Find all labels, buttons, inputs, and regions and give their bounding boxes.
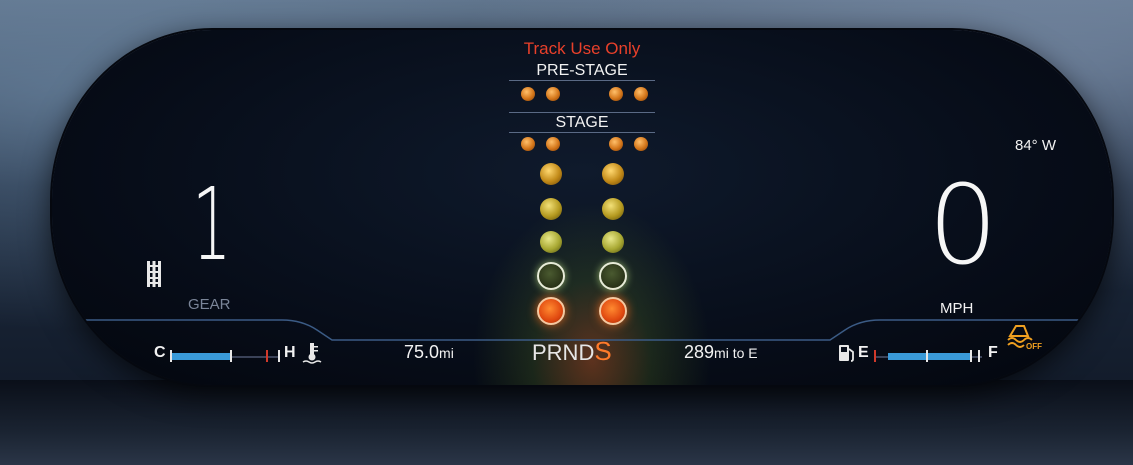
coolant-cold-label: C [154,344,166,361]
prestage-light [634,87,648,101]
red-light [599,297,627,325]
fuel-pump-icon [839,345,854,362]
gear-label: GEAR [188,296,231,313]
range-unit: mi to E [714,345,758,361]
amber-light [602,198,624,220]
coolant-hot-label: H [284,344,296,361]
stage-light [521,137,535,151]
fuel-full-label: F [988,344,998,361]
stage-light [546,137,560,151]
trip-value: 75.0 [404,342,440,362]
prestage-light [521,87,535,101]
trip-unit: mi [439,345,454,361]
selected-gear-mode: S [594,336,612,366]
prnd-letters: PRND [532,340,595,365]
shifter-pattern-icon [147,261,161,287]
stage-light [609,137,623,151]
speedometer-value: 0 [928,161,998,289]
fuel-empty-label: E [858,344,869,361]
instrument-cluster-display: Track Use Only PRE-STAGE STAGE 1 GEAR 84… [52,30,1112,385]
track-use-only-notice: Track Use Only [523,39,641,58]
coolant-thermometer-icon [302,343,322,364]
coolant-temperature-gauge [170,350,280,362]
green-light [537,262,565,290]
amber-light [602,163,624,185]
fuel-level-gauge [874,350,982,362]
red-light [537,297,565,325]
green-light [599,262,627,290]
traction-off-label: OFF [1026,342,1042,351]
current-gear: 1 [192,166,232,283]
range-value: 289 [684,342,715,362]
trip-odometer: 75.0mi [404,342,454,363]
prestage-light [546,87,560,101]
prestage-light [609,87,623,101]
amber-light [540,198,562,220]
amber-light [540,163,562,185]
transmission-indicator: PRNDS [532,336,612,367]
prestage-label: PRE-STAGE [509,62,655,81]
amber-light [602,231,624,253]
outside-temperature: 84° W [1015,137,1057,154]
amber-light [540,231,562,253]
distance-to-empty: 289mi to E [684,342,758,363]
speed-unit: MPH [940,300,974,317]
stage-label: STAGE [509,112,655,133]
stage-light [634,137,648,151]
dashboard-lower-trim [0,380,1133,465]
